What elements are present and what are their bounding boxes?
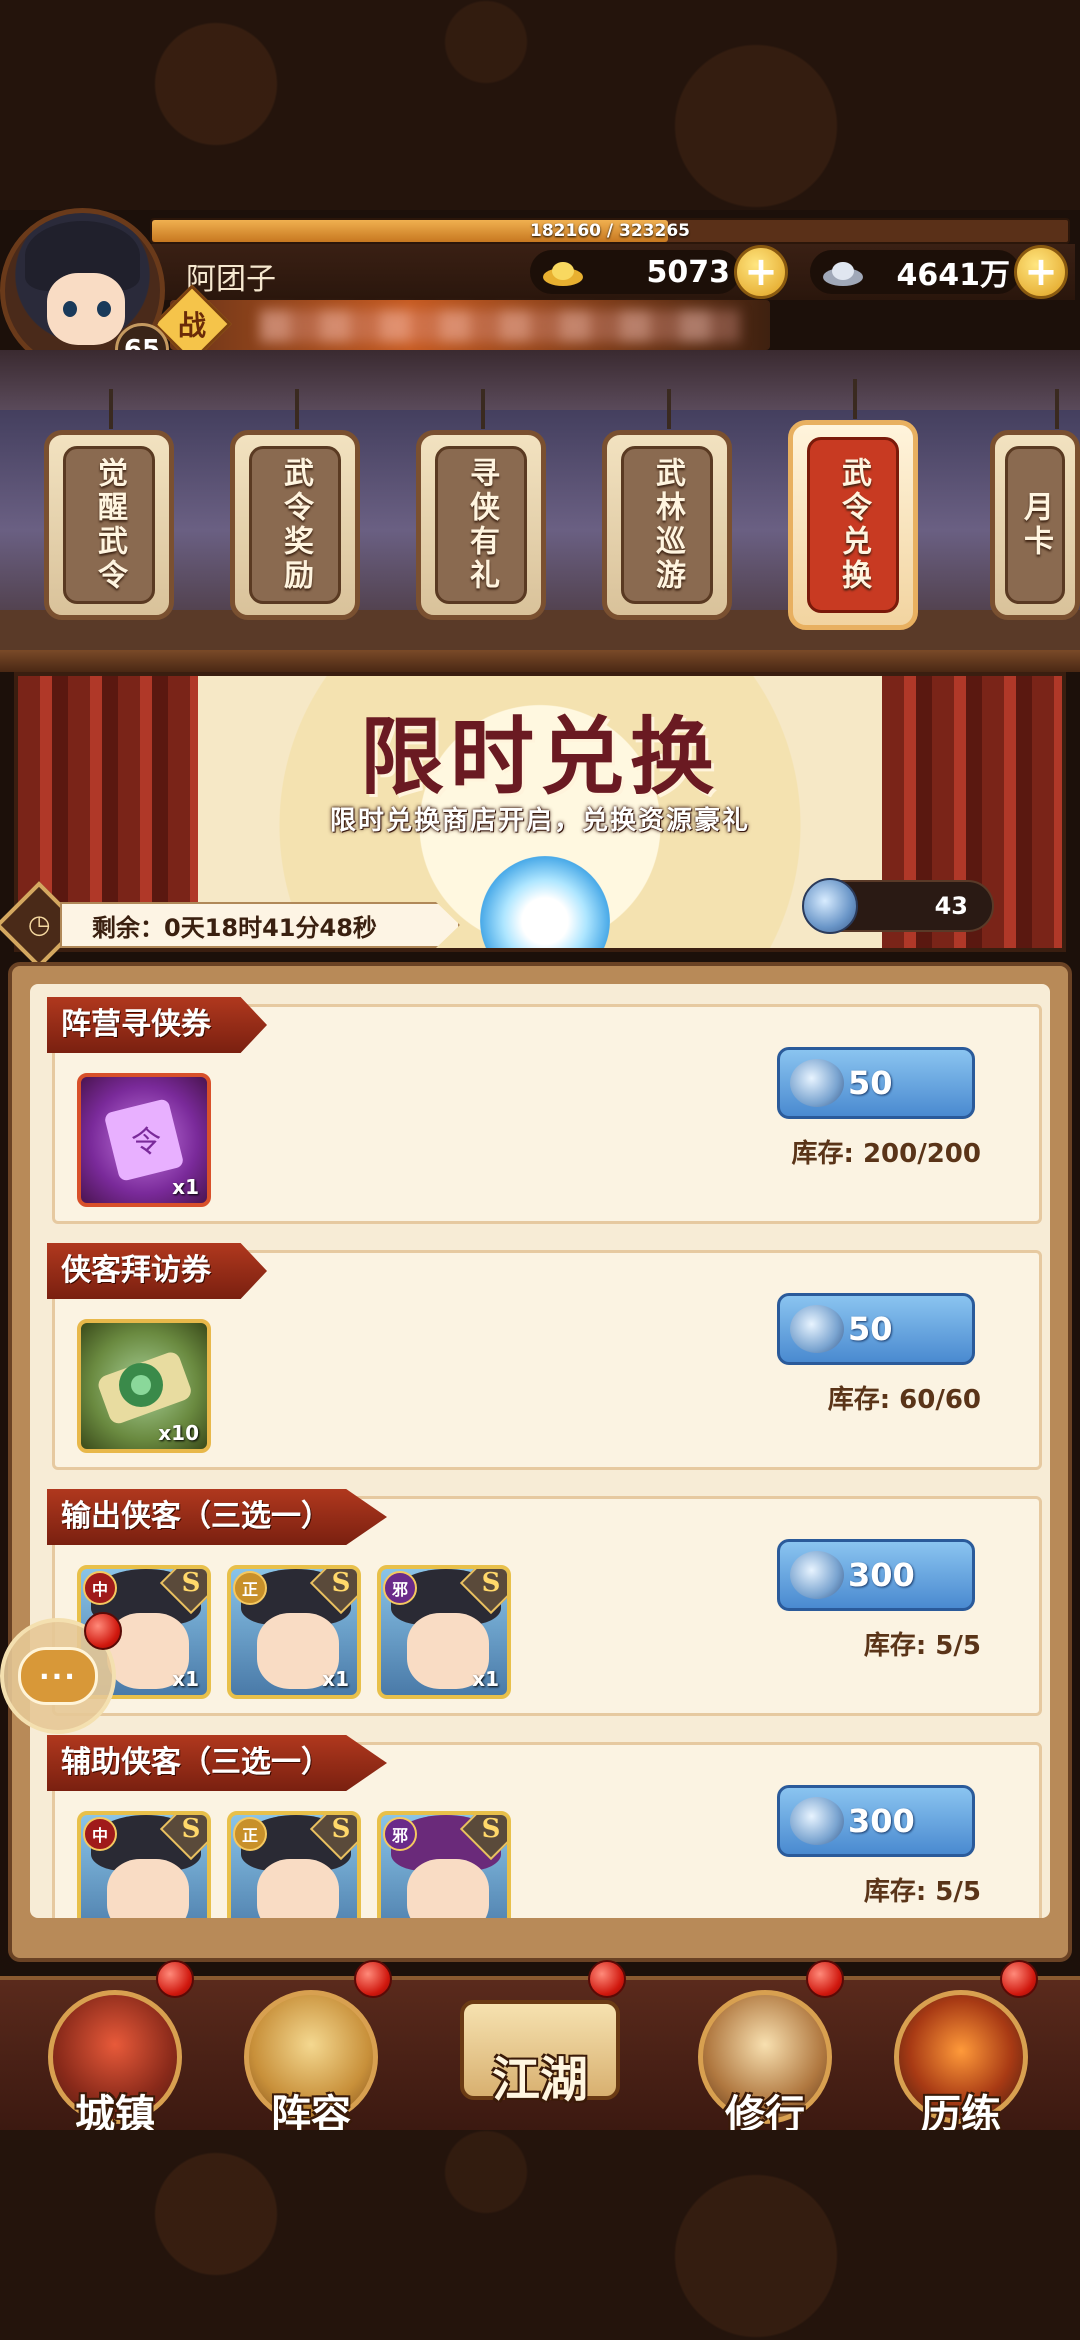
add-silver-button[interactable]: +	[1014, 245, 1068, 299]
hero-portrait[interactable]: 邪 S x1	[377, 1565, 511, 1699]
tab-awaken-token[interactable]: 觉醒武令	[44, 389, 174, 620]
token-balance: 43	[802, 878, 994, 934]
combat-power-row: 战	[152, 284, 770, 364]
tab-wulin-tour[interactable]: 武林巡游	[602, 389, 732, 620]
divider	[0, 650, 1080, 672]
nav-lineup[interactable]: 阵容	[236, 1990, 386, 2140]
faction-badge: 邪	[383, 1571, 417, 1605]
player-info-row: 阿团子 5073 + 4641万 +	[150, 244, 1075, 300]
nav-trials[interactable]: 历练	[886, 1990, 1036, 2140]
list-item: 侠客拜访券 x10 50 库存: 60/60	[47, 1243, 1042, 1470]
exchange-token-icon	[790, 1059, 844, 1107]
exchange-token-icon	[790, 1305, 844, 1353]
silver-ingot-icon	[820, 255, 866, 289]
glowing-orb-icon	[480, 856, 610, 948]
green-scroll-icon[interactable]: x10	[77, 1319, 211, 1453]
hero-portrait[interactable]: 正 S x1	[227, 1565, 361, 1699]
chat-bubble-icon: ···	[18, 1647, 98, 1705]
token-count: 43	[934, 892, 968, 920]
list-item: 输出侠客（三选一） 中 S x1 正 S x1 邪 S x1 300 库存: 5…	[47, 1489, 1042, 1716]
tab-hero-gift[interactable]: 寻侠有礼	[416, 389, 546, 620]
tab-token-exchange[interactable]: 武令兑换	[788, 379, 918, 630]
stock-text: 库存: 60/60	[827, 1385, 981, 1415]
item-title: 输出侠客（三选一）	[47, 1489, 387, 1545]
gold-currency: 5073 +	[530, 245, 788, 299]
banner-title: 限时兑换	[359, 707, 720, 806]
exchange-token-icon	[790, 1551, 844, 1599]
notification-dot	[806, 1960, 844, 1998]
exchange-token-icon	[790, 1797, 844, 1845]
notification-dot	[84, 1612, 122, 1650]
stock-text: 库存: 200/200	[791, 1139, 982, 1169]
exchange-list[interactable]: 阵营寻侠券 令 x1 50 库存: 200/200 侠客拜访券 x10 50 库…	[30, 984, 1050, 1918]
bottom-nav: 城镇 阵容 江湖 修行 历练	[0, 1976, 1080, 2138]
notification-dot	[588, 1960, 626, 1998]
notification-dot	[156, 1960, 194, 1998]
hero-portrait[interactable]: 邪 S	[377, 1811, 511, 1918]
hero-portrait[interactable]: 正 S	[227, 1811, 361, 1918]
notification-dot	[354, 1960, 392, 1998]
tab-monthly-card[interactable]: 月卡	[990, 389, 1080, 620]
banner-subtitle: 限时兑换商店开启，兑换资源豪礼	[329, 806, 750, 836]
gold-value: 5073	[646, 254, 731, 290]
stock-text: 库存: 5/5	[863, 1877, 981, 1907]
hero-portrait[interactable]: 中 S	[77, 1811, 211, 1918]
add-gold-button[interactable]: +	[734, 245, 788, 299]
event-tab-bar: 觉醒武令 武令奖励 寻侠有礼 武林巡游 武令兑换 月卡	[0, 350, 1080, 650]
stock-text: 库存: 5/5	[863, 1631, 981, 1661]
faction-badge: 正	[233, 1571, 267, 1605]
gold-ingot-icon	[540, 255, 586, 289]
list-item: 阵营寻侠券 令 x1 50 库存: 200/200	[47, 997, 1042, 1224]
item-title: 阵营寻侠券	[47, 997, 267, 1053]
faction-badge: 邪	[383, 1817, 417, 1851]
silver-value: 4641万	[896, 258, 1011, 293]
exchange-button[interactable]: 300	[777, 1785, 975, 1857]
bottom-background	[0, 2130, 1080, 2340]
item-title: 辅助侠客（三选一）	[47, 1735, 387, 1791]
countdown-timer: ◷ 剩余：0天18时41分48秒	[0, 881, 460, 969]
top-background	[0, 0, 1080, 210]
faction-badge: 中	[83, 1571, 117, 1605]
exchange-button[interactable]: 50	[777, 1293, 975, 1365]
item-title: 侠客拜访券	[47, 1243, 267, 1299]
svg-text:令: 令	[131, 1125, 161, 1160]
nav-town[interactable]: 城镇	[40, 1990, 190, 2140]
exp-bar: 182160 / 323265	[150, 218, 1070, 244]
purple-scroll-icon[interactable]: 令 x1	[77, 1073, 211, 1207]
timer-text: 剩余：0天18时41分48秒	[92, 913, 377, 942]
exchange-button[interactable]: 300	[777, 1539, 975, 1611]
faction-badge: 正	[233, 1817, 267, 1851]
faction-badge: 中	[83, 1817, 117, 1851]
list-item: 辅助侠客（三选一） 中 S 正 S 邪 S 300 库存: 5/5	[47, 1735, 1042, 1918]
combat-power-value-blurred	[260, 310, 740, 342]
exchange-button[interactable]: 50	[777, 1047, 975, 1119]
nav-training[interactable]: 修行	[690, 1990, 840, 2140]
exchange-token-icon	[802, 878, 858, 934]
tab-token-rewards[interactable]: 武令奖励	[230, 389, 360, 620]
exp-text: 182160 / 323265	[530, 221, 690, 241]
notification-dot	[1000, 1960, 1038, 1998]
silver-currency: 4641万 +	[810, 245, 1068, 299]
exchange-list-panel: 阵营寻侠券 令 x1 50 库存: 200/200 侠客拜访券 x10 50 库…	[8, 962, 1072, 1962]
